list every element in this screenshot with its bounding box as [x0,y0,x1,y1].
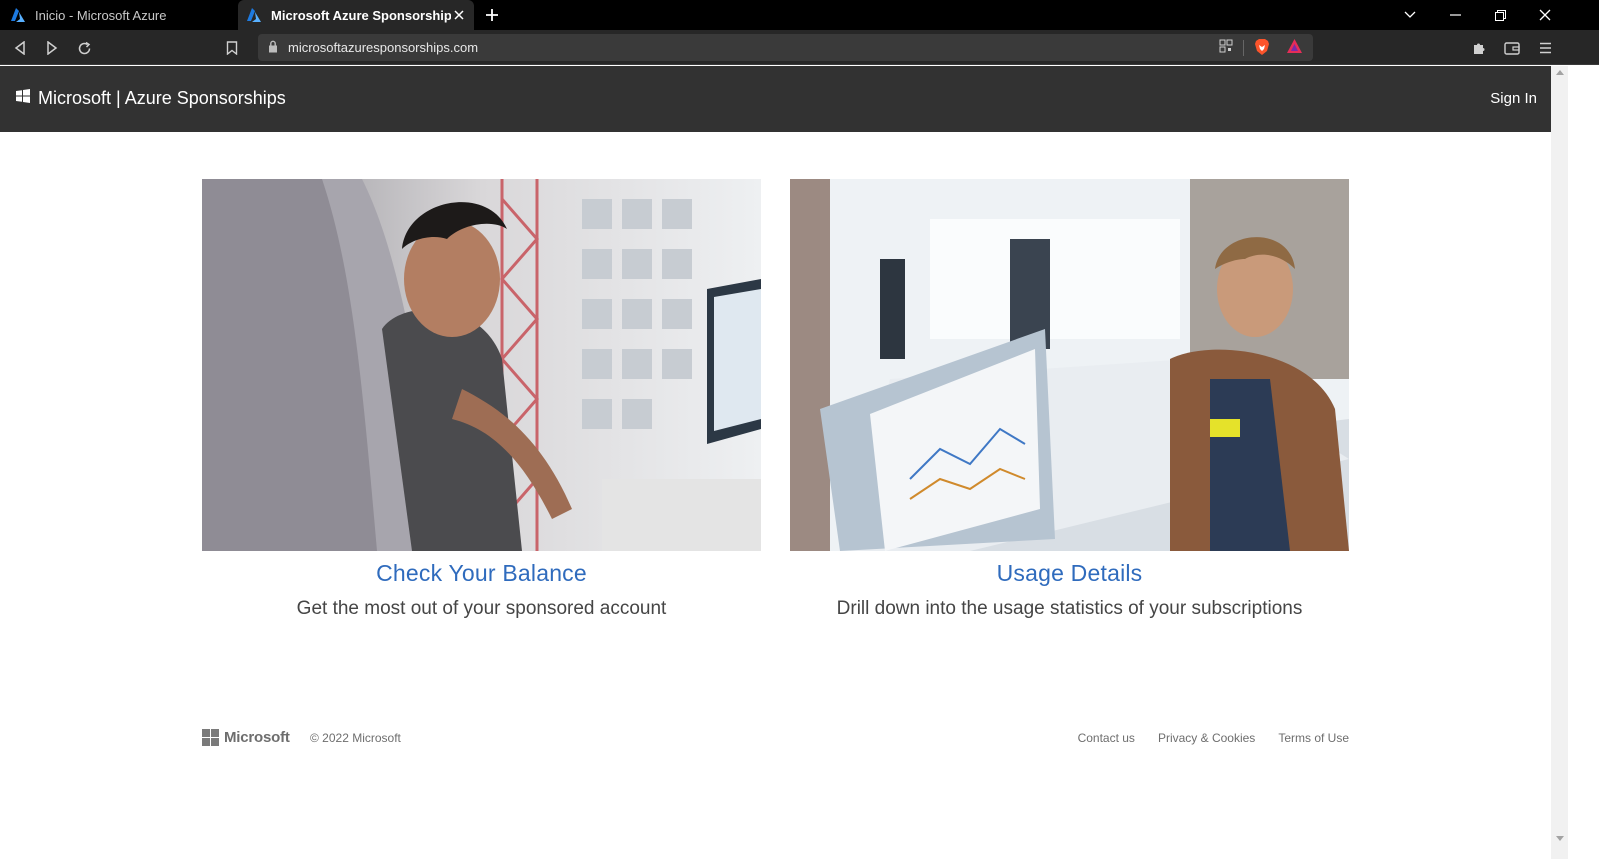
azure-logo-icon [10,7,26,23]
reload-icon[interactable] [74,38,94,58]
bookmark-icon[interactable] [222,38,242,58]
url-text[interactable]: microsoftazuresponsorships.com [288,40,478,55]
card-description: Get the most out of your sponsored accou… [296,598,667,619]
privacy-cookies-link[interactable]: Privacy & Cookies [1158,731,1255,745]
browser-toolbar: microsoftazuresponsorships.com [0,30,1599,65]
close-tab-icon[interactable] [451,7,467,23]
restore-icon[interactable] [1477,0,1523,30]
lock-icon[interactable] [268,40,278,58]
menu-icon[interactable] [1535,38,1555,58]
minimize-icon[interactable] [1432,0,1478,30]
tab-title: Inicio - Microsoft Azure [35,7,167,23]
address-bar[interactable]: microsoftazuresponsorships.com [258,34,1313,61]
contact-us-link[interactable]: Contact us [1078,731,1135,745]
sign-in-link[interactable]: Sign In [1490,90,1537,107]
site-brand[interactable]: Microsoft | Azure Sponsorships [38,88,286,109]
brave-shields-icon[interactable] [1254,38,1270,61]
new-tab-icon[interactable] [482,5,502,25]
microsoft-logo-text: Microsoft [224,729,290,746]
tab-search-chevron-icon[interactable] [1387,0,1433,30]
card-title-link[interactable]: Check Your Balance [202,560,761,587]
scroll-down-arrow-icon[interactable] [1556,836,1564,841]
brave-rewards-icon[interactable] [1286,38,1303,60]
divider [1243,40,1244,56]
site-header: Microsoft | Azure Sponsorships Sign In [0,66,1551,132]
page-content: Microsoft | Azure Sponsorships Sign In C… [0,66,1551,859]
footer-links: Contact us Privacy & Cookies Terms of Us… [1078,731,1349,745]
tab-azure-sponsorships[interactable]: Microsoft Azure Sponsorships | W [238,0,474,30]
tab-title: Microsoft Azure Sponsorships | W [271,7,451,23]
vertical-scrollbar[interactable] [1551,66,1568,859]
site-footer: Microsoft © 2022 Microsoft Contact us Pr… [202,728,1349,752]
forward-icon[interactable] [42,38,62,58]
browser-tab-bar: Inicio - Microsoft Azure Microsoft Azure… [0,0,1599,30]
card-title-link[interactable]: Usage Details [790,560,1349,587]
windows-logo-icon[interactable] [16,89,30,103]
card-usage-details: Usage Details Drill down into the usage … [790,179,1349,620]
scroll-up-arrow-icon[interactable] [1556,70,1564,75]
card-description: Drill down into the usage statistics of … [836,598,1303,619]
wallet-icon[interactable] [1502,38,1522,58]
qr-code-icon[interactable] [1219,39,1233,58]
office-photo-image[interactable] [790,179,1349,551]
microsoft-logo-icon [202,729,219,746]
azure-logo-icon [246,7,262,23]
back-icon[interactable] [10,38,30,58]
window-edge [1568,66,1599,859]
extensions-puzzle-icon[interactable] [1469,38,1489,58]
close-window-icon[interactable] [1522,0,1568,30]
terms-of-use-link[interactable]: Terms of Use [1278,731,1349,745]
tab-inicio[interactable]: Inicio - Microsoft Azure [0,0,236,30]
card-check-balance: Check Your Balance Get the most out of y… [202,179,761,620]
office-photo-image[interactable] [202,179,761,551]
microsoft-logo[interactable]: Microsoft [202,729,290,746]
copyright-text: © 2022 Microsoft [310,731,401,745]
